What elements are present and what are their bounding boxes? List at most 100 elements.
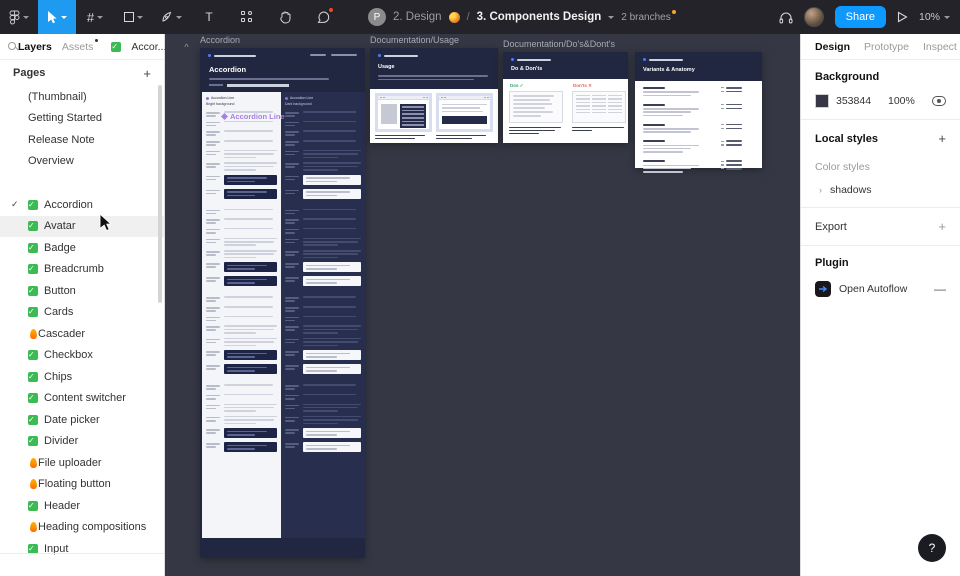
- color-hex-value[interactable]: 353844: [836, 95, 888, 107]
- page-item-overview[interactable]: Overview: [0, 151, 164, 173]
- page-item-floating-button[interactable]: Floating button: [0, 474, 164, 496]
- tab-pinned-page[interactable]: ✓ Accor...: [111, 41, 166, 53]
- frame-accordion[interactable]: Accordion Accordion Accordion Line Brigh…: [200, 48, 365, 558]
- dos-caption: [509, 127, 561, 136]
- page-item-cascader[interactable]: Cascader: [0, 323, 164, 345]
- page-item-label: Getting Started: [28, 112, 102, 124]
- audio-button[interactable]: [779, 0, 793, 34]
- usage-example-right: [436, 93, 493, 132]
- page-item-input[interactable]: ✓Input: [0, 538, 164, 560]
- page-item-chips[interactable]: ✓Chips: [0, 366, 164, 388]
- frame-documentation-usage[interactable]: Documentation/Usage Usage: [370, 48, 498, 143]
- frame-label[interactable]: Documentation/Usage: [370, 35, 459, 45]
- branches-label[interactable]: 2 branches: [621, 12, 675, 23]
- headphones-icon: [779, 11, 793, 24]
- add-style-button[interactable]: +: [938, 131, 946, 146]
- accordion-skeleton-row: [285, 325, 361, 333]
- mock-navbar-text: [384, 55, 418, 57]
- page-item-avatar[interactable]: ✓Avatar: [0, 216, 164, 238]
- main-menu-button[interactable]: [0, 0, 38, 34]
- check-emoji-icon: ✓: [28, 415, 38, 425]
- file-breadcrumb: P 2. Design / 3. Components Design 2 bra…: [368, 0, 676, 34]
- mock-navbar-text: [649, 59, 683, 61]
- text-tool-button[interactable]: T: [190, 0, 228, 34]
- figma-logo-icon: [9, 10, 20, 25]
- mock-accordion-band: [442, 116, 487, 124]
- page-item-label: Button: [44, 285, 76, 297]
- chevron-down-icon[interactable]: [608, 16, 614, 19]
- page-item-divider[interactable]: ✓Divider: [0, 431, 164, 453]
- toolbar-right: Share 10%: [779, 0, 960, 34]
- user-avatar[interactable]: [804, 7, 824, 27]
- chevron-down-icon: [97, 16, 103, 19]
- page-item-cards[interactable]: ✓Cards: [0, 302, 164, 324]
- frame-label[interactable]: Documentation/Do's&Dont's: [503, 39, 615, 49]
- page-item-file-uploader[interactable]: File uploader: [0, 452, 164, 474]
- sidebar-scrollbar[interactable]: [158, 85, 162, 303]
- accordion-skeleton-row: [285, 364, 361, 374]
- page-item-content-switcher[interactable]: ✓Content switcher: [0, 388, 164, 410]
- remove-plugin-button[interactable]: —: [934, 282, 946, 296]
- accordion-skeleton-row: [206, 296, 277, 302]
- add-export-button[interactable]: +: [938, 219, 946, 234]
- sidebar-bottom-divider: [0, 553, 164, 554]
- frame-documentation-dos-donts[interactable]: Documentation/Do's&Dont's Do & Don'ts Do…: [503, 52, 628, 143]
- page-item-date-picker[interactable]: ✓Date picker: [0, 409, 164, 431]
- page-item-badge[interactable]: ✓Badge: [0, 237, 164, 259]
- breadcrumb-filename[interactable]: 3. Components Design: [477, 11, 602, 23]
- color-opacity-value[interactable]: 100%: [888, 95, 932, 107]
- canvas[interactable]: Accordion Accordion Accordion Line Brigh…: [165, 34, 800, 576]
- help-button[interactable]: ?: [918, 534, 946, 562]
- dos-heading: Dos ✓: [510, 83, 524, 89]
- page-item-label: Floating button: [38, 478, 111, 490]
- page-item-header[interactable]: ✓Header: [0, 495, 164, 517]
- page-item-getting-started[interactable]: Getting Started: [0, 108, 164, 130]
- pen-tool-button[interactable]: [152, 0, 190, 34]
- breadcrumb-project[interactable]: 2. Design: [393, 11, 442, 23]
- check-emoji-icon: ✓: [28, 286, 38, 296]
- donts-caption: [572, 127, 624, 133]
- mock-page-title: Accordion: [209, 65, 246, 74]
- background-section: Background 353844 100%: [801, 60, 960, 120]
- collapse-chevron-icon[interactable]: ^: [184, 42, 188, 52]
- accordion-skeleton-row: [206, 121, 277, 127]
- page-item-thumbnail[interactable]: (Thumbnail): [0, 86, 164, 108]
- accordion-skeleton-row: [285, 250, 361, 258]
- style-group-shadows[interactable]: › shadows: [815, 184, 946, 196]
- add-page-button[interactable]: +: [143, 66, 151, 81]
- pages-section-gap: [0, 172, 164, 194]
- tab-inspect[interactable]: Inspect: [923, 41, 957, 53]
- resources-tool-button[interactable]: [228, 0, 266, 34]
- fire-emoji-icon: [30, 522, 37, 532]
- page-item-accordion[interactable]: ✓✓Accordion: [0, 194, 164, 216]
- frame-tool-button[interactable]: #: [76, 0, 114, 34]
- page-item-heading-compositions[interactable]: Heading compositions: [0, 517, 164, 539]
- page-item-breadcrumb[interactable]: ✓Breadcrumb: [0, 259, 164, 281]
- dos-example-box: [509, 91, 563, 123]
- color-swatch[interactable]: [815, 94, 829, 108]
- tab-layers[interactable]: Layers: [18, 41, 52, 53]
- tab-design[interactable]: Design: [815, 41, 850, 53]
- frame-label[interactable]: Accordion: [200, 35, 240, 45]
- pages-header: Pages +: [0, 60, 164, 86]
- present-button[interactable]: [897, 0, 908, 34]
- accordion-skeleton-row: [285, 394, 361, 400]
- visibility-eye-icon[interactable]: [932, 96, 946, 106]
- chevron-right-icon[interactable]: ›: [819, 185, 822, 195]
- mock-page-title: Usage: [378, 64, 395, 70]
- comment-tool-button[interactable]: [304, 0, 342, 34]
- frame-variants-anatomy[interactable]: Variants & Anatomy: [635, 52, 762, 168]
- shape-tool-button[interactable]: [114, 0, 152, 34]
- accordion-skeleton-row: [206, 338, 277, 346]
- page-item-button[interactable]: ✓ Button: [0, 280, 164, 302]
- page-item-release-note[interactable]: Release Note: [0, 129, 164, 151]
- share-button[interactable]: Share: [835, 6, 886, 28]
- hand-tool-button[interactable]: [266, 0, 304, 34]
- plugin-item-open-autoflow[interactable]: Open Autoflow —: [815, 281, 946, 297]
- move-tool-button[interactable]: [38, 0, 76, 34]
- page-item-checkbox[interactable]: ✓Checkbox: [0, 345, 164, 367]
- zoom-level-control[interactable]: 10%: [919, 11, 950, 23]
- accordion-skeleton-row: [206, 162, 277, 170]
- tab-prototype[interactable]: Prototype: [864, 41, 909, 53]
- tab-assets[interactable]: Assets: [62, 41, 94, 53]
